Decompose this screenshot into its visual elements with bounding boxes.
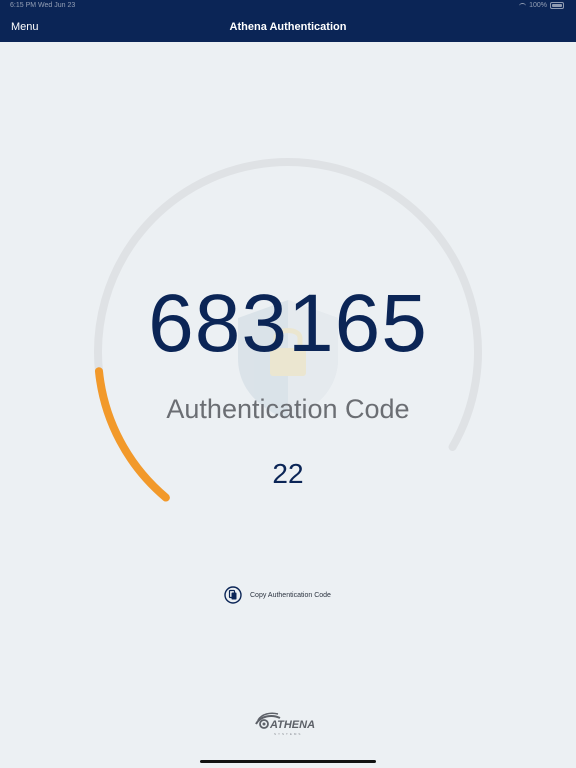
copy-code-button[interactable]: Copy Authentication Code [224,586,331,604]
copy-code-label: Copy Authentication Code [250,591,331,599]
battery-fill [552,4,562,7]
logo-wordmark: ATHENA [270,719,316,731]
status-bar: 6:15 PM Wed Jun 23 100% [0,0,576,12]
authenticator-screen: 6:15 PM Wed Jun 23 100% Menu Athena Auth… [0,0,576,768]
countdown-seconds: 22 [272,458,304,489]
battery-percent: 100% [529,2,547,9]
athena-logo: ATHENA SYSTEMS [250,708,330,738]
status-indicators: 100% [519,2,564,9]
copy-icon [224,586,242,604]
logo-subtext: SYSTEMS [274,732,303,736]
navigation-bar: 6:15 PM Wed Jun 23 100% Menu Athena Auth… [0,0,576,42]
wifi-icon [519,2,527,9]
authentication-code: 683165 [148,278,428,369]
menu-button[interactable]: Menu [11,21,39,33]
home-indicator[interactable] [200,760,376,763]
battery-icon [550,2,564,9]
countdown-gauge [94,158,482,502]
status-time-date: 6:15 PM Wed Jun 23 [10,2,76,9]
authentication-code-label: Authentication Code [166,394,410,424]
page-title: Athena Authentication [229,21,347,33]
